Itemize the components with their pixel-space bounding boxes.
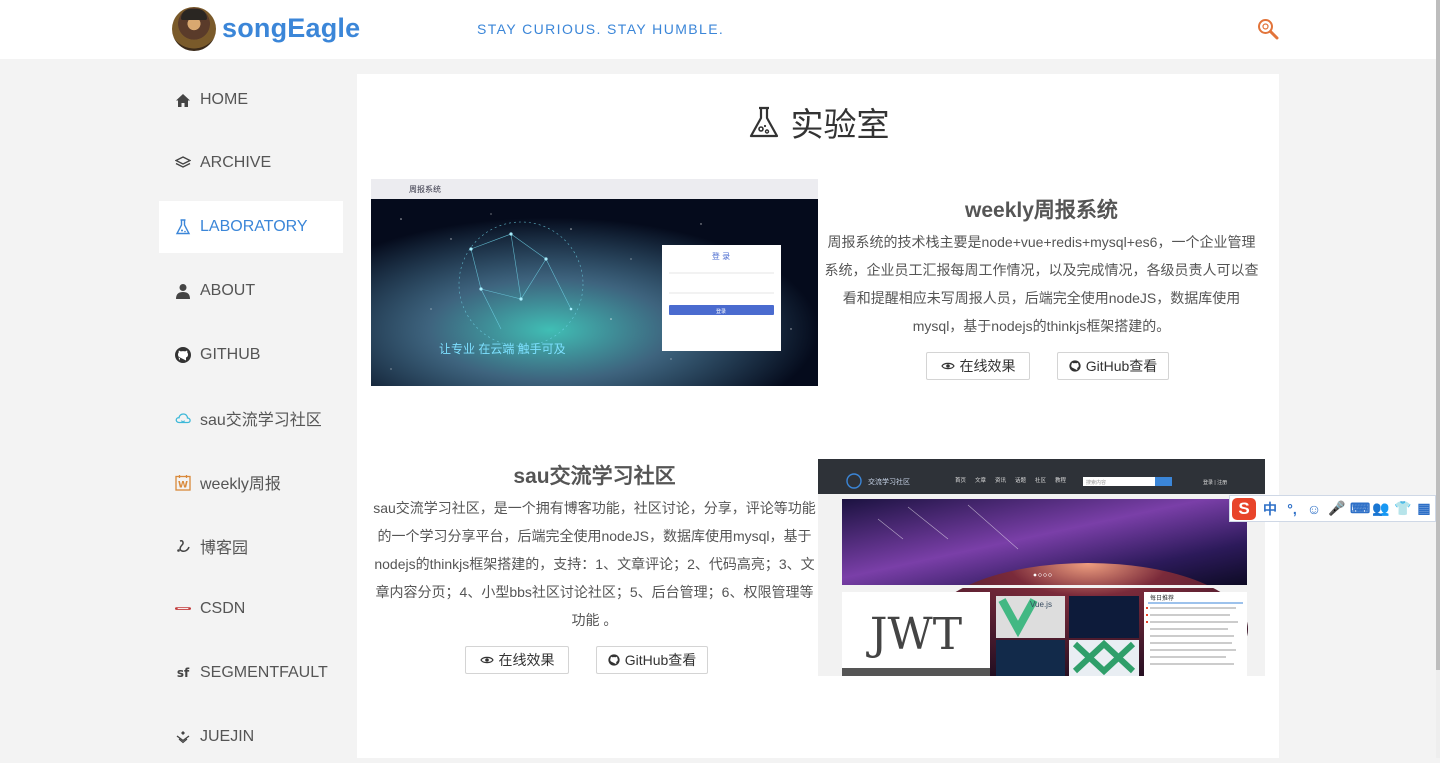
sidebar-item-home[interactable]: HOME (159, 74, 343, 126)
juejin-icon (175, 729, 191, 745)
github-button[interactable]: GitHub查看 (596, 646, 708, 674)
shot-slogan: 让专业 在云端 触手可及 (439, 341, 566, 356)
github-button[interactable]: GitHub查看 (1057, 352, 1169, 380)
shot-login: 登录 | 注册 (1203, 479, 1227, 486)
sidebar-item-label: HOME (200, 91, 248, 108)
shot-app-name: 周报系统 (409, 184, 441, 194)
top-header: songEagle STAY CURIOUS. STAY HUMBLE. (0, 0, 1440, 59)
shot-side-title: 每日推荐 (1150, 594, 1174, 602)
shot-login-button: 登录 (716, 308, 726, 315)
shot-login-title: 登 录 (712, 251, 730, 261)
shot-nav-item: 文章 (975, 476, 987, 484)
sidebar-item-label: weekly周报 (200, 476, 281, 493)
project-description: sau交流学习社区，是一个拥有博客功能，社区讨论，分享，评论等功能的一个学习分享… (373, 500, 816, 628)
github-icon (608, 654, 620, 666)
eye-icon (479, 656, 494, 664)
ime-chinese-mode[interactable]: 中 (1262, 499, 1278, 519)
sidebar-item-label: ARCHIVE (200, 154, 272, 171)
shot-site-name: 交流学习社区 (868, 477, 910, 486)
demo-button[interactable]: 在线效果 (926, 352, 1030, 380)
project-title: weekly周报系统 (965, 199, 1118, 222)
sidebar-item-csdn[interactable]: CSDN (159, 583, 343, 635)
sidebar-item-about[interactable]: ABOUT (159, 265, 343, 317)
page-scrollbar[interactable] (1436, 0, 1440, 758)
sidebar-item-label: 博客园 (200, 540, 249, 557)
sidebar-item-label: GITHUB (200, 346, 261, 363)
github-icon (175, 347, 191, 363)
sidebar-item-label: LABORATORY (200, 218, 308, 235)
site-slogan: STAY CURIOUS. STAY HUMBLE. (477, 21, 725, 37)
svg-text:W: W (178, 480, 188, 490)
sidebar-item-github[interactable]: GITHUB (159, 329, 343, 381)
cloud-icon (175, 410, 191, 426)
sidebar-item-label: JUEJIN (200, 728, 255, 745)
ime-toolbar[interactable]: S 中 °, ☺ 🎤 ⌨ 👥 👕 ▦ (1229, 495, 1436, 522)
demo-button-label: 在线效果 (498, 652, 555, 668)
ime-keyboard-icon[interactable]: ⌨ (1350, 500, 1370, 517)
user-icon (175, 283, 191, 299)
github-button-label: GitHub查看 (1085, 358, 1158, 374)
sidebar-item-archive[interactable]: ARCHIVE (159, 137, 343, 189)
cnblogs-icon (175, 538, 191, 554)
sau-screenshot[interactable]: 交流学习社区 首页 文章 资讯 话题 社区 教程 搜索内容 登录 | 注册 JW… (818, 459, 1265, 676)
layers-icon (175, 155, 191, 171)
ime-punctuation-icon[interactable]: °, (1284, 501, 1300, 517)
flask-icon (175, 219, 191, 235)
project-description: 周报系统的技术栈主要是node+vue+redis+mysql+es6，一个企业… (824, 234, 1259, 334)
weekly-screenshot[interactable]: 周报系统 登 录 登录 让专业 在云端 触手可及 (371, 179, 818, 386)
sidebar-item-label: ABOUT (200, 282, 256, 299)
github-icon (1069, 360, 1081, 372)
avatar[interactable] (172, 7, 216, 51)
sidebar-item-juejin[interactable]: JUEJIN (159, 711, 343, 763)
page-heading: 实验室 (357, 100, 1279, 144)
sidebar-item-label: CSDN (200, 600, 246, 617)
sidebar-item-label: SEGMENTFAULT (200, 664, 328, 681)
page-title: 实验室 (790, 105, 890, 144)
sidebar-item-weekly[interactable]: W weekly周报 (159, 456, 343, 508)
ime-voice-icon[interactable]: 🎤 (1328, 500, 1345, 517)
sidebar-item-segmentfault[interactable]: sf SEGMENTFAULT (159, 647, 343, 699)
shot-card-a: Vue.js (1030, 600, 1052, 609)
ime-menu-icon[interactable]: ▦ (1416, 500, 1432, 517)
eye-icon (940, 362, 955, 370)
sidebar-item-label: sau交流学习社区 (200, 412, 322, 429)
ime-skin-icon[interactable]: 👕 (1394, 500, 1411, 517)
csdn-icon (175, 601, 191, 617)
github-button-label: GitHub查看 (624, 652, 697, 668)
scrollbar-thumb[interactable] (1436, 0, 1440, 670)
sidebar-item-sau-community[interactable]: sau交流学习社区 (159, 392, 343, 444)
project-title: sau交流学习社区 (513, 465, 676, 488)
ime-user-icon[interactable]: 👥 (1372, 500, 1389, 517)
shot-nav-item: 社区 (1035, 476, 1047, 484)
site-brand[interactable]: songEagle (222, 13, 360, 44)
ime-emoji-icon[interactable]: ☺ (1306, 501, 1322, 517)
demo-button[interactable]: 在线效果 (465, 646, 569, 674)
shot-nav-item: 首页 (955, 476, 967, 484)
svg-text:sf: sf (177, 666, 190, 680)
shot-logo: JWT (866, 609, 962, 660)
shot-nav-item: 教程 (1055, 476, 1067, 484)
sogou-logo-icon[interactable]: S (1232, 497, 1256, 520)
search-icon[interactable] (1256, 17, 1280, 41)
home-icon (175, 92, 191, 108)
flask-icon (749, 106, 778, 138)
sidebar-item-laboratory[interactable]: LABORATORY (159, 201, 343, 253)
segmentfault-icon: sf (175, 665, 191, 681)
weekly-icon: W (175, 474, 191, 491)
demo-button-label: 在线效果 (959, 358, 1016, 374)
shot-nav-item: 资讯 (995, 476, 1007, 484)
sidebar-item-cnblogs[interactable]: 博客园 (159, 520, 343, 572)
shot-nav-item: 话题 (1015, 476, 1027, 484)
shot-search: 搜索内容 (1086, 479, 1106, 486)
main-content: 实验室 周报系统 登 录 登录 让专业 在云端 触手可及 weekly周报系统 … (357, 74, 1279, 758)
